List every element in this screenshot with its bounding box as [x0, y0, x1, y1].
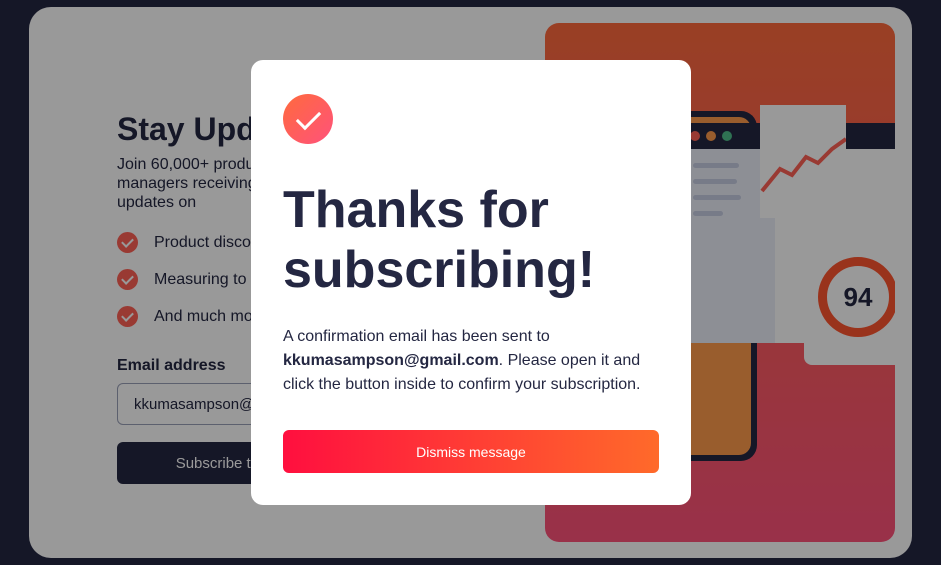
dismiss-button[interactable]: Dismiss message [283, 430, 659, 473]
modal-title: Thanks for subscribing! [283, 181, 596, 299]
message-prefix: A confirmation email has been sent to [283, 328, 550, 345]
check-icon [283, 94, 333, 144]
success-modal: Thanks for subscribing! A confirmation e… [251, 60, 691, 505]
confirmed-email: kkumasampson@gmail.com [283, 352, 499, 369]
modal-message: A confirmation email has been sent to kk… [283, 325, 663, 397]
